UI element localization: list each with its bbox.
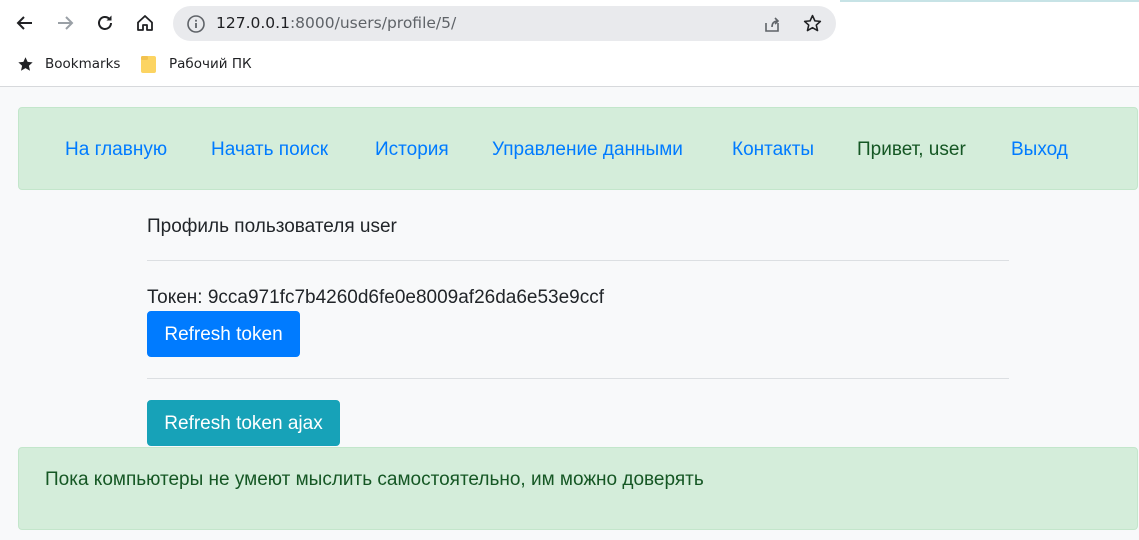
refresh-token-ajax-button[interactable]: Refresh token ajax — [147, 400, 340, 446]
url-text[interactable]: 127.0.0.1:8000/users/profile/5/ — [216, 14, 456, 33]
share-icon[interactable] — [762, 14, 782, 34]
forward-button[interactable] — [51, 9, 79, 37]
folder-icon — [141, 56, 156, 73]
bookmark-star-icon[interactable] — [802, 13, 823, 34]
nav-logout-link[interactable]: Выход — [1011, 138, 1068, 162]
profile-title: Профиль пользователя user — [147, 216, 397, 237]
home-button[interactable] — [131, 9, 159, 37]
user-greeting: Привет, user — [857, 139, 966, 160]
arrow-left-icon — [16, 16, 32, 30]
home-icon — [137, 15, 153, 31]
arrow-right-icon — [58, 16, 74, 30]
bookmark-label: Рабочий ПК — [169, 56, 252, 72]
navbar: На главную Начать поиск История Управлен… — [18, 107, 1138, 190]
reload-icon — [98, 15, 112, 30]
nav-history-link[interactable]: История — [375, 138, 449, 162]
address-bar[interactable]: 127.0.0.1:8000/users/profile/5/ — [173, 6, 836, 41]
info-icon[interactable] — [186, 14, 206, 34]
nav-home-link[interactable]: На главную — [65, 138, 167, 162]
url-host: 127.0.0.1 — [216, 14, 290, 32]
divider — [147, 378, 1009, 379]
divider — [147, 260, 1009, 261]
nav-contacts-link[interactable]: Контакты — [732, 138, 814, 162]
nav-search-link[interactable]: Начать поиск — [211, 138, 328, 162]
refresh-token-button[interactable]: Refresh token — [147, 311, 300, 357]
token-text: Токен: 9cca971fc7b4260d6fe0e8009af26da6e… — [147, 287, 605, 308]
footer-alert: Пока компьютеры не умеют мыслить самосто… — [18, 447, 1138, 530]
browser-chrome: 127.0.0.1:8000/users/profile/5/ Bookmark… — [0, 0, 1139, 87]
bookmark-folder[interactable]: Рабочий ПК — [140, 53, 252, 75]
nav-data-management-link[interactable]: Управление данными — [492, 138, 683, 162]
footer-quote: Пока компьютеры не умеют мыслить самосто… — [45, 469, 704, 490]
tab-strip-accent — [840, 0, 1139, 2]
url-path: :8000/users/profile/5/ — [289, 14, 457, 32]
bookmark-label: Bookmarks — [45, 56, 121, 72]
star-icon — [18, 56, 33, 71]
bookmark-bookmarks[interactable]: Bookmarks — [17, 53, 120, 75]
back-button[interactable] — [11, 9, 39, 37]
reload-button[interactable] — [91, 9, 119, 37]
